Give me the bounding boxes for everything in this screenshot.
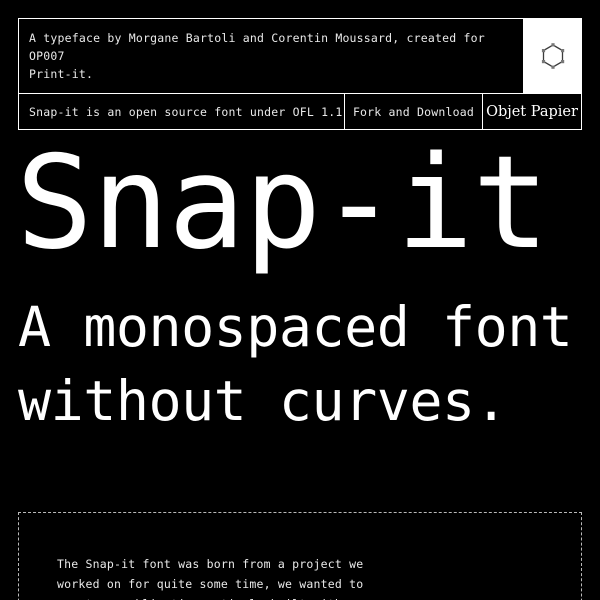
intro-line-3: create a publication entirely built with <box>57 595 357 600</box>
intro-dashed-box: The Snap-it font was born from a project… <box>18 512 582 600</box>
hero-subtitle: A monospaced font without curves. <box>14 290 586 439</box>
credit-text: A typeface by Morgane Bartoli and Corent… <box>19 19 523 93</box>
header-top-row: A typeface by Morgane Bartoli and Corent… <box>19 19 581 95</box>
hero-section: Snap-it A monospaced font without curves… <box>14 140 586 439</box>
license-text: Snap-it is an open source font under OFL… <box>29 104 343 119</box>
page-title: Snap-it <box>16 129 549 278</box>
hexagon-node-icon <box>541 43 564 70</box>
site-header: A typeface by Morgane Bartoli and Corent… <box>18 18 582 131</box>
fork-and-download-button[interactable]: Fork and Download <box>344 94 482 130</box>
header-bottom-row: Snap-it is an open source font under OFL… <box>19 94 581 130</box>
credit-line-1: A typeface by Morgane Bartoli and Corent… <box>29 31 485 63</box>
credit-line-2: Print-it. <box>29 66 94 81</box>
intro-line-1: The Snap-it font was born from a project… <box>57 557 364 571</box>
intro-paragraph: The Snap-it font was born from a project… <box>57 555 364 600</box>
hero-subtitle-line-2: without curves. <box>18 369 508 434</box>
hero-subtitle-line-1: A monospaced font <box>18 295 573 359</box>
intro-line-2: worked on for quite some time, we wanted… <box>57 576 364 591</box>
logo-cell[interactable] <box>523 19 581 94</box>
page-root: { "page": { "background_color": "#000000… <box>0 0 600 600</box>
brand-link-objet-papier[interactable]: Objet Papier <box>482 94 581 130</box>
